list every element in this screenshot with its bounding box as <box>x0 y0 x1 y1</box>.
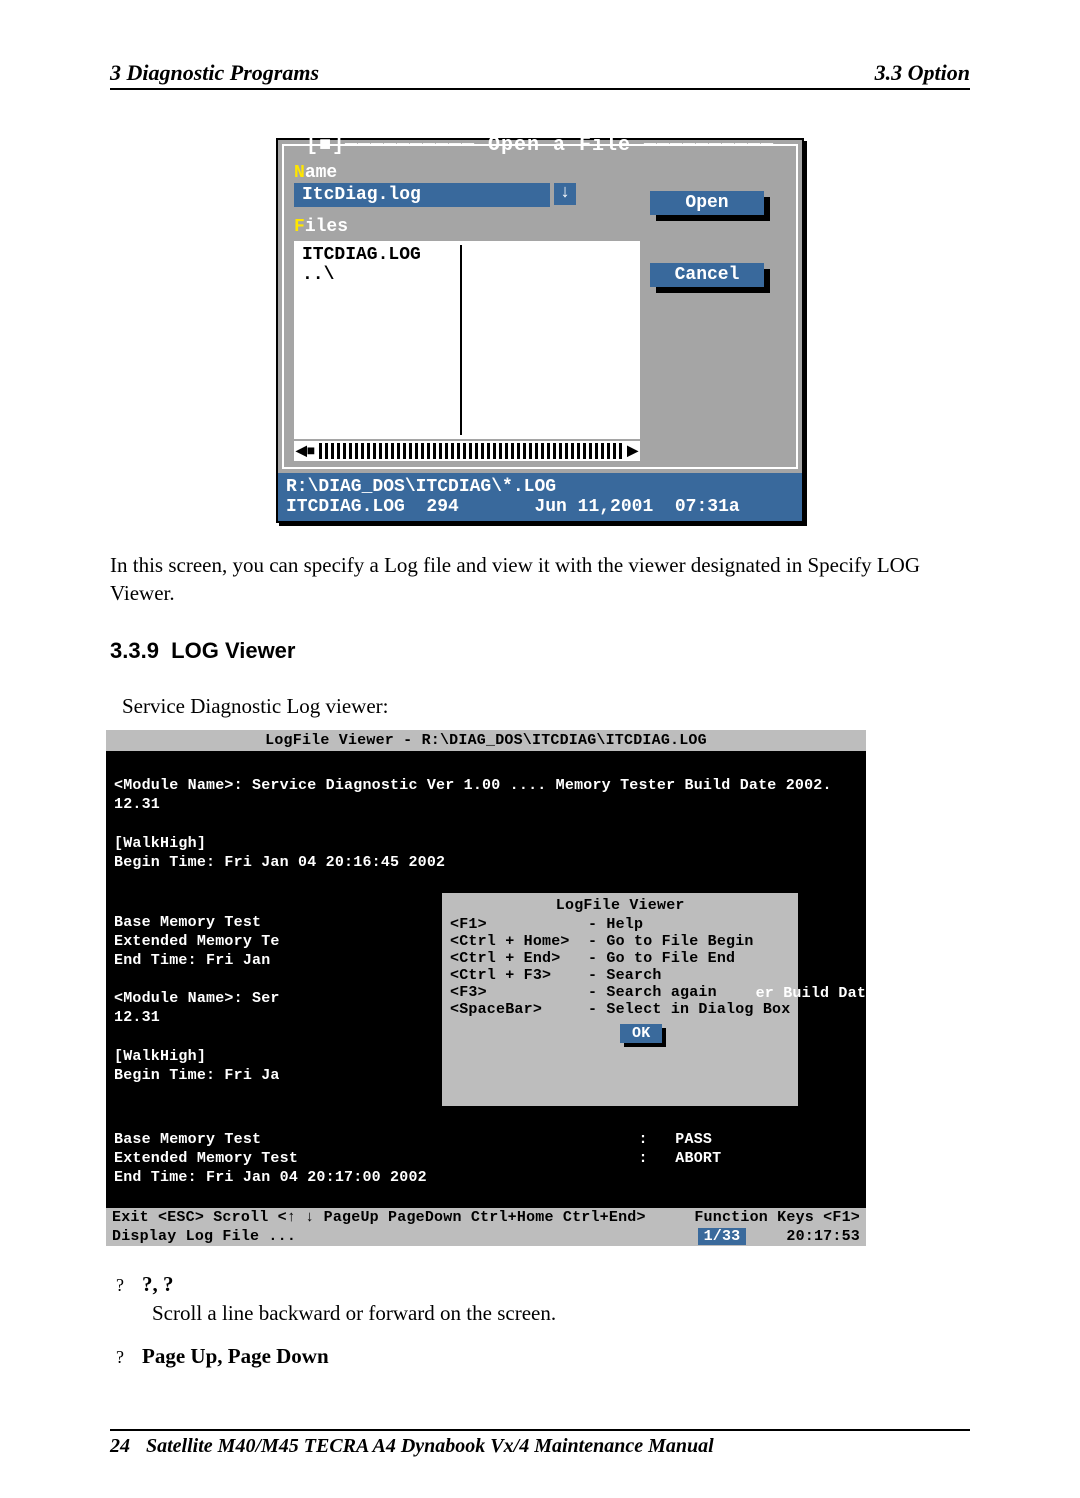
open-button[interactable]: Open <box>650 191 764 215</box>
key-heading-arrows: ?, ? <box>142 1272 174 1297</box>
log-result-skip: : SKIP <box>875 929 930 946</box>
log-status-hints: Exit <ESC> Scroll <↑ ↓ PageUp PageDown C… <box>112 1209 646 1226</box>
log-viewer-window: LogFile Viewer - R:\DIAG_DOS\ITCDIAG\ITC… <box>106 730 866 1246</box>
log-status-fnkeys: Function Keys <F1> <box>694 1209 860 1226</box>
log-line: End Time: Fri Jan <box>114 952 270 969</box>
log-line: <Module Name>: Service Diagnostic Ver 1.… <box>114 777 832 794</box>
dialog-title: [■]────────── Open a File ────────── <box>284 134 796 157</box>
scroll-left-icon[interactable]: ◀■ <box>296 443 315 460</box>
files-label: Files <box>294 217 640 237</box>
para-log-viewer: Service Diagnostic Log viewer: <box>122 692 970 720</box>
files-listbox[interactable]: ITCDIAG.LOG ..\ <box>294 241 640 439</box>
header-left: 3 Diagnostic Programs <box>110 60 319 86</box>
log-line: Begin Time: Fri Ja <box>114 1067 280 1084</box>
log-status-position: 1/33 <box>698 1228 747 1245</box>
status-path: R:\DIAG_DOS\ITCDIAG\*.LOG <box>286 477 794 497</box>
log-line: Begin Time: Fri Jan 04 20:16:45 2002 <box>114 854 445 871</box>
log-line: 12.31 <box>114 796 160 813</box>
file-item[interactable]: ITCDIAG.LOG <box>302 245 452 265</box>
log-result-pass: : PASS <box>875 911 930 928</box>
footer-manual-title: Satellite M40/M45 TECRA A4 Dynabook Vx/4… <box>146 1435 714 1458</box>
key-bullet: ? <box>110 1275 124 1296</box>
dialog-close-glyph[interactable]: [■] <box>306 134 345 157</box>
section-number: 3.3.9 <box>110 638 159 663</box>
log-viewer-titlebar: LogFile Viewer - R:\DIAG_DOS\ITCDIAG\ITC… <box>106 730 866 751</box>
name-label: Name <box>294 163 640 183</box>
header-right: 3.3 Option <box>875 60 970 86</box>
log-line: Base Memory Test : PASS <box>114 1131 712 1148</box>
log-line: Extended Memory Te <box>114 933 280 950</box>
key-heading-pageupdown: Page Up, Page Down <box>142 1344 329 1369</box>
scroll-right-icon[interactable]: ▶ <box>627 443 638 460</box>
help-ok-button[interactable]: OK <box>620 1024 662 1043</box>
footer-page-number: 24 <box>110 1435 130 1458</box>
cancel-button[interactable]: Cancel <box>650 263 764 287</box>
log-line: Extended Memory Test : ABORT <box>114 1150 721 1167</box>
para-open-file: In this screen, you can specify a Log fi… <box>110 551 970 608</box>
key-bullet: ? <box>110 1347 124 1368</box>
log-line: <Module Name>: Ser <box>114 990 280 1007</box>
log-line: 12.31 <box>114 1009 160 1026</box>
file-item[interactable]: ..\ <box>302 265 452 285</box>
log-line: [WalkHigh] <box>114 835 206 852</box>
name-dropdown-button[interactable]: ↓ <box>554 183 576 205</box>
open-file-dialog: [■]────────── Open a File ────────── Nam… <box>276 138 804 523</box>
section-title: LOG Viewer <box>171 638 295 663</box>
name-input[interactable]: ItcDiag.log <box>294 183 550 207</box>
log-line: End Time: Fri Jan 04 20:17:00 2002 <box>114 1169 427 1186</box>
status-filestat: ITCDIAG.LOG 294 Jun 11,2001 07:31a <box>286 497 794 517</box>
log-line: Base Memory Test <box>114 914 261 931</box>
help-overlay: LogFile Viewer <F1>- Help <Ctrl + Home>-… <box>442 893 798 1106</box>
log-line: [WalkHigh] <box>114 1048 206 1065</box>
log-status-time: 20:17:53 <box>786 1228 860 1245</box>
log-build-fragment: er Build Date 2002. <box>756 985 931 1002</box>
log-status-mode: Display Log File ... <box>112 1228 296 1245</box>
help-overlay-title: LogFile Viewer <box>450 897 790 916</box>
files-hscrollbar[interactable]: ◀■ ▶ <box>294 441 640 461</box>
key-desc-arrows: Scroll a line backward or forward on the… <box>152 1301 970 1326</box>
file-preview-pane <box>460 245 632 435</box>
